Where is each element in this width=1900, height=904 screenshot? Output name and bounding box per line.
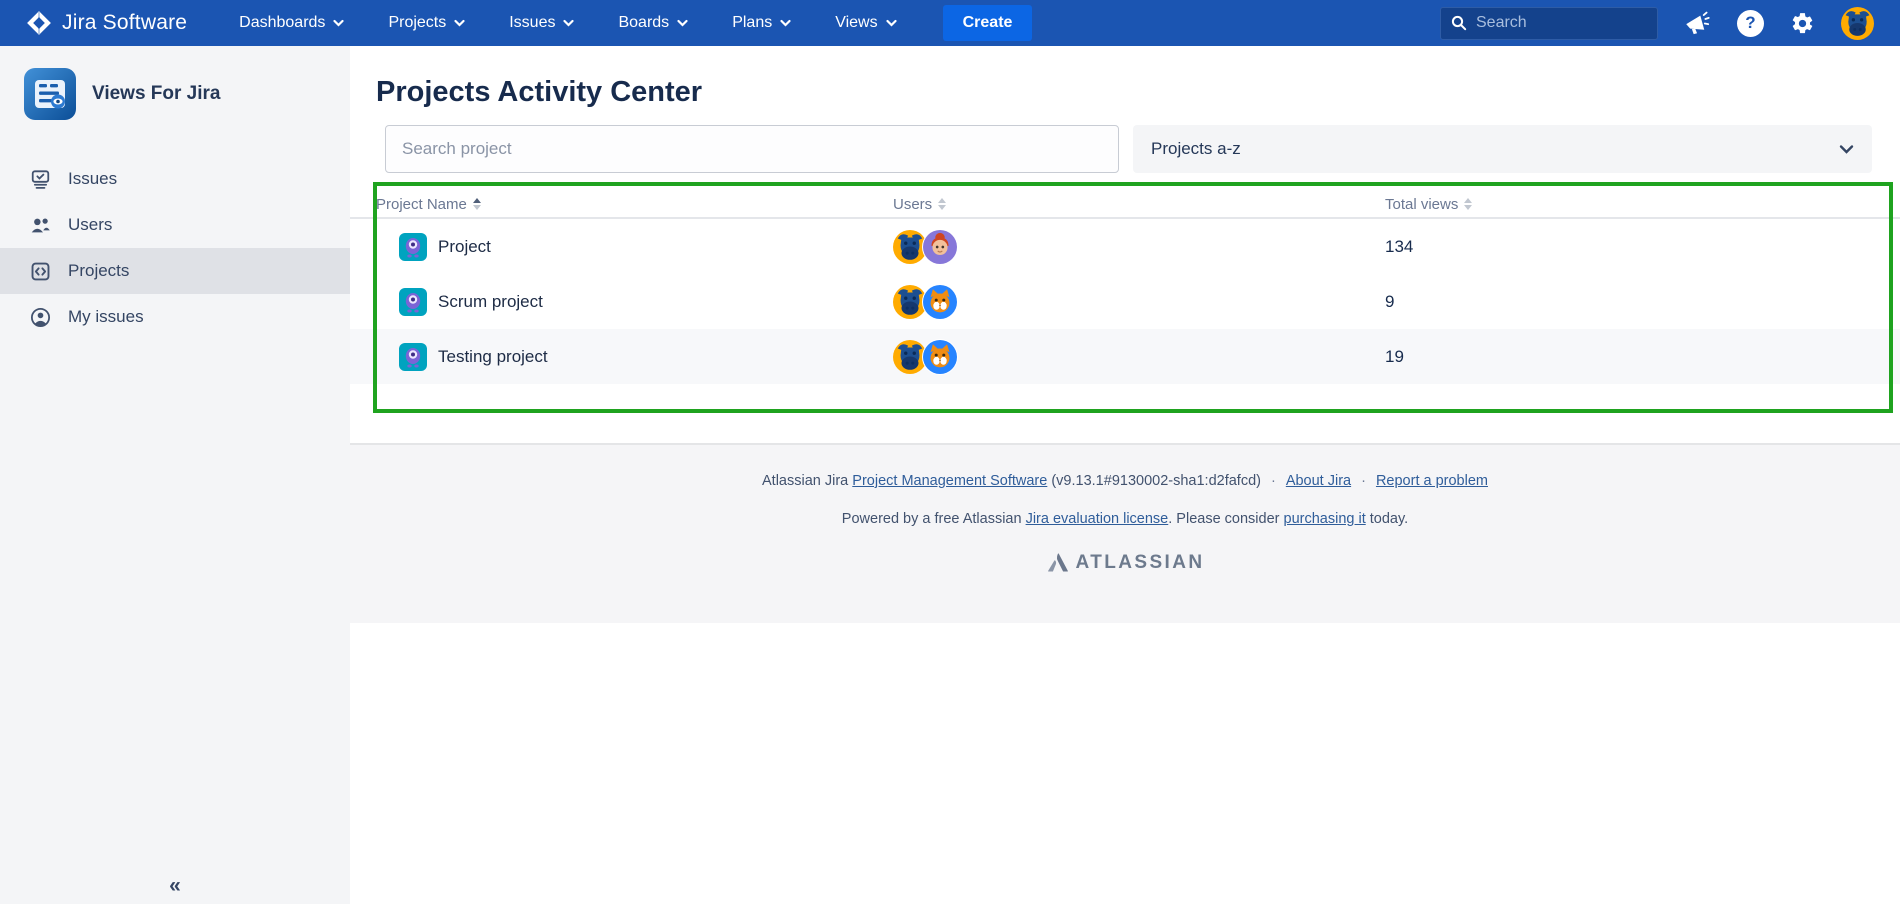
user-avatar-person [923, 230, 957, 264]
nav-item-dashboards[interactable]: Dashboards [239, 14, 344, 32]
project-name: Scrum project [438, 292, 543, 312]
sidebar-item-projects[interactable]: Projects [0, 248, 350, 294]
top-navbar: Jira Software Dashboards Projects Issues… [0, 0, 1900, 46]
user-avatar-bull [893, 230, 927, 264]
chevron-down-icon [677, 14, 688, 32]
chevron-down-icon [886, 14, 897, 32]
gear-icon[interactable] [1790, 11, 1815, 36]
footer-line-2: Powered by a free Atlassian Jira evaluat… [350, 511, 1900, 527]
sort-icon [1464, 198, 1472, 210]
search-icon [1451, 15, 1467, 31]
views-for-jira-app-icon [24, 68, 76, 120]
total-views-value: 9 [1385, 292, 1900, 312]
projects-icon [30, 261, 51, 282]
main-content: Projects Activity Center Projects a-z Pr… [350, 46, 1900, 904]
chevron-down-icon [333, 14, 344, 32]
column-header-users[interactable]: Users [893, 196, 1385, 213]
jira-logo-icon [26, 10, 52, 36]
table-row[interactable]: Scrum project 9 [350, 274, 1900, 329]
jira-evaluation-license-link[interactable]: Jira evaluation license [1026, 511, 1169, 527]
sidebar-collapse-button[interactable]: « [0, 874, 350, 898]
sidebar-menu: Issues Users Projects My issues [0, 156, 350, 340]
global-search[interactable] [1440, 7, 1658, 40]
column-header-total-views[interactable]: Total views [1385, 196, 1900, 213]
jira-brand[interactable]: Jira Software [26, 10, 187, 36]
user-avatar-bull [893, 285, 927, 319]
brand-name: Jira Software [62, 11, 187, 35]
nav-item-views[interactable]: Views [835, 14, 896, 32]
chevron-down-icon [1839, 144, 1854, 154]
chevron-down-icon [454, 14, 465, 32]
sort-dropdown[interactable]: Projects a-z [1133, 125, 1872, 173]
footer-line-1: Atlassian Jira Project Management Softwa… [350, 473, 1900, 489]
project-search-input[interactable] [385, 125, 1119, 173]
issues-icon [30, 169, 51, 190]
about-jira-link[interactable]: About Jira [1286, 473, 1351, 489]
chevron-down-icon [563, 14, 574, 32]
controls-row: Projects a-z [385, 125, 1872, 173]
users-icon [30, 215, 51, 236]
app-name: Views For Jira [92, 83, 221, 105]
create-button[interactable]: Create [943, 5, 1033, 41]
sidebar-item-my-issues[interactable]: My issues [0, 294, 350, 340]
footer: Atlassian Jira Project Management Softwa… [350, 443, 1900, 623]
chevron-down-icon [780, 14, 791, 32]
nav-item-plans[interactable]: Plans [732, 14, 791, 32]
atlassian-logo-text: ATLASSIAN [1076, 552, 1205, 574]
project-avatar-icon [399, 288, 427, 316]
page-title: Projects Activity Center [376, 76, 1900, 109]
user-avatar-cat [923, 340, 957, 374]
global-search-input[interactable] [1476, 14, 1636, 32]
version-text: (v9.13.1#9130002-sha1:d2fafcd) [1047, 473, 1261, 489]
nav-item-boards[interactable]: Boards [618, 14, 688, 32]
sort-icon [938, 198, 946, 210]
report-a-problem-link[interactable]: Report a problem [1376, 473, 1488, 489]
column-header-project-name[interactable]: Project Name [376, 196, 893, 213]
help-icon[interactable]: ? [1737, 10, 1764, 37]
project-management-software-link[interactable]: Project Management Software [852, 473, 1047, 489]
table-row[interactable]: Testing project 19 [350, 329, 1900, 384]
sort-dropdown-value: Projects a-z [1151, 139, 1241, 159]
total-views-value: 134 [1385, 237, 1900, 257]
user-avatar-cat [923, 285, 957, 319]
nav-item-projects[interactable]: Projects [388, 14, 465, 32]
sort-icon [473, 198, 481, 210]
atlassian-logo: ATLASSIAN [1046, 551, 1205, 575]
navbar-right: ? [1440, 7, 1874, 40]
app-header: Views For Jira [0, 46, 350, 120]
total-views-value: 19 [1385, 347, 1900, 367]
project-name: Testing project [438, 347, 548, 367]
project-avatar-icon [399, 233, 427, 261]
user-avatar-bull[interactable] [1841, 7, 1874, 40]
my-issues-icon [30, 307, 51, 328]
table-header: Project Name Users Total views [350, 191, 1900, 219]
primary-nav: Dashboards Projects Issues Boards Plans … [239, 14, 896, 32]
purchasing-it-link[interactable]: purchasing it [1284, 511, 1366, 527]
project-name: Project [438, 237, 491, 257]
sidebar: Views For Jira Issues Users Projects My … [0, 46, 350, 904]
project-avatar-icon [399, 343, 427, 371]
user-avatar-bull [893, 340, 927, 374]
table-row[interactable]: Project 134 [350, 219, 1900, 274]
megaphone-icon[interactable] [1684, 10, 1711, 37]
sidebar-item-users[interactable]: Users [0, 202, 350, 248]
nav-item-issues[interactable]: Issues [509, 14, 574, 32]
sidebar-item-issues[interactable]: Issues [0, 156, 350, 202]
